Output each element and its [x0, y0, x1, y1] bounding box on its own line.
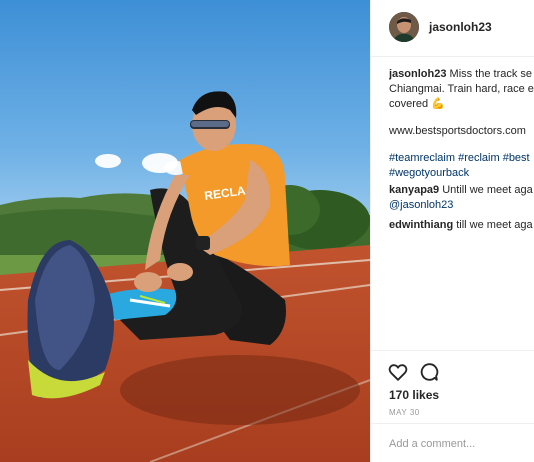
post-author-username[interactable]: jasonloh23: [429, 20, 492, 34]
like-button[interactable]: [387, 361, 409, 383]
comment-1-username[interactable]: kanyapa9: [389, 184, 439, 196]
caption-text-3: covered: [389, 98, 432, 110]
caption-username[interactable]: jasonloh23: [389, 68, 446, 80]
heart-icon: [388, 364, 408, 381]
avatar[interactable]: [389, 12, 419, 42]
caption-line-2: Chiangmai. Train hard, race e: [389, 83, 534, 95]
add-comment-bar: [371, 423, 534, 462]
comment-1: kanyapa9 Untill we meet aga: [389, 183, 534, 198]
hashtags-line-1[interactable]: #teamreclaim #reclaim #best: [389, 151, 534, 166]
likes-count[interactable]: 170 likes: [389, 388, 439, 402]
post-actions: 170 likes MAY 30: [371, 350, 534, 462]
post-details-panel: jasonloh23 jasonloh23 Miss the track se …: [370, 0, 534, 462]
post-header: jasonloh23: [371, 0, 534, 57]
caption-and-comments: jasonloh23 Miss the track se Chiangmai. …: [389, 67, 534, 233]
caption-line-3: covered 💪: [389, 97, 534, 112]
caption-line-1: jasonloh23 Miss the track se: [389, 67, 534, 82]
caption-text-1: Miss the track se: [446, 68, 533, 80]
hashtags-line-2[interactable]: #wegotyourback: [389, 166, 534, 181]
comment-2-username[interactable]: edwinthiang: [389, 219, 453, 231]
add-comment-input[interactable]: [389, 436, 529, 452]
comment-1-text: Untill we meet aga: [439, 184, 533, 196]
post-photo: RECLA: [0, 0, 370, 462]
comment-2-text: till we meet aga: [453, 219, 533, 231]
comment-bubble-icon: [420, 363, 439, 381]
comment-2: edwinthiang till we meet aga: [389, 218, 534, 233]
caption-link: www.bestsportsdoctors.com: [389, 125, 526, 137]
runner-photo-image: RECLA: [0, 0, 370, 462]
comment-1-mention[interactable]: @jasonloh23: [389, 198, 534, 213]
flexed-biceps-icon: 💪: [431, 98, 445, 110]
post-date: MAY 30: [389, 408, 420, 417]
comment-button[interactable]: [418, 361, 440, 383]
avatar-image: [389, 12, 419, 42]
